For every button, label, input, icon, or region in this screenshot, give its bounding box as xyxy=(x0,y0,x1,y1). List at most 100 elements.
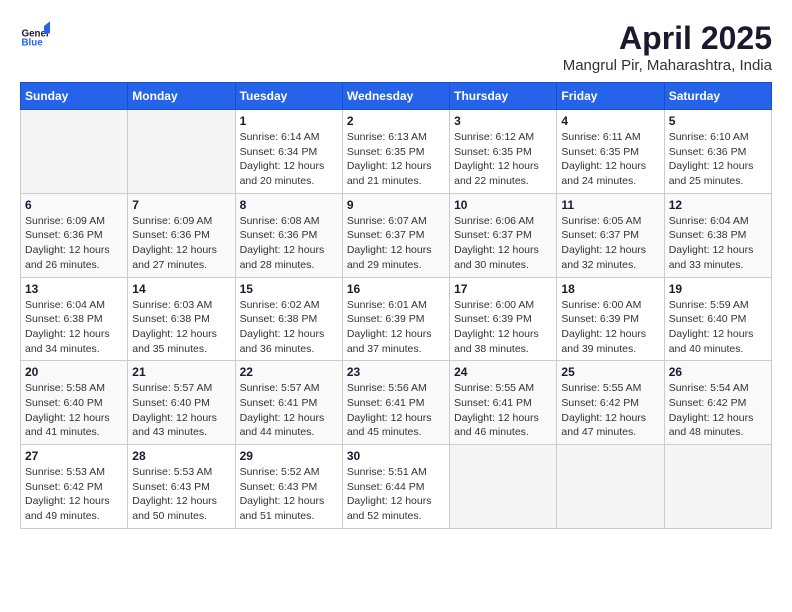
day-number: 18 xyxy=(561,282,659,296)
calendar-cell: 23Sunrise: 5:56 AM Sunset: 6:41 PM Dayli… xyxy=(342,361,449,445)
weekday-header: Saturday xyxy=(664,83,771,110)
calendar-cell: 26Sunrise: 5:54 AM Sunset: 6:42 PM Dayli… xyxy=(664,361,771,445)
day-number: 10 xyxy=(454,198,552,212)
day-info: Sunrise: 6:04 AM Sunset: 6:38 PM Dayligh… xyxy=(669,214,767,273)
day-number: 28 xyxy=(132,449,230,463)
day-number: 4 xyxy=(561,114,659,128)
calendar-cell: 7 Sunrise: 6:09 AM Sunset: 6:36 PM Daylig… xyxy=(128,193,235,277)
day-info: Sunrise: 6:04 AM Sunset: 6:38 PM Dayligh… xyxy=(25,298,123,357)
calendar-week-row: 1 Sunrise: 6:14 AM Sunset: 6:34 PM Daylig… xyxy=(21,110,772,194)
day-info: Sunrise: 6:09 AM Sunset: 6:36 PM Dayligh… xyxy=(132,214,230,273)
calendar-cell: 1 Sunrise: 6:14 AM Sunset: 6:34 PM Daylig… xyxy=(235,110,342,194)
svg-text:Blue: Blue xyxy=(22,38,44,49)
calendar-week-row: 6Sunrise: 6:09 AM Sunset: 6:36 PM Daylig… xyxy=(21,193,772,277)
day-number: 2 xyxy=(347,114,445,128)
header-row: SundayMondayTuesdayWednesdayThursdayFrid… xyxy=(21,83,772,110)
day-info: Sunrise: 6:03 AM Sunset: 6:38 PM Dayligh… xyxy=(132,298,230,357)
day-number: 9 xyxy=(347,198,445,212)
day-info: Sunrise: 5:57 AM Sunset: 6:40 PM Dayligh… xyxy=(132,381,230,440)
day-info: Sunrise: 5:53 AM Sunset: 6:42 PM Dayligh… xyxy=(25,465,123,524)
day-info: Sunrise: 5:51 AM Sunset: 6:44 PM Dayligh… xyxy=(347,465,445,524)
day-number: 17 xyxy=(454,282,552,296)
calendar-cell xyxy=(128,110,235,194)
day-number: 23 xyxy=(347,365,445,379)
day-number: 14 xyxy=(132,282,230,296)
calendar-cell: 28Sunrise: 5:53 AM Sunset: 6:43 PM Dayli… xyxy=(128,445,235,529)
calendar-week-row: 20Sunrise: 5:58 AM Sunset: 6:40 PM Dayli… xyxy=(21,361,772,445)
day-number: 7 xyxy=(132,198,230,212)
day-number: 16 xyxy=(347,282,445,296)
day-info: Sunrise: 6:05 AM Sunset: 6:37 PM Dayligh… xyxy=(561,214,659,273)
location-title: Mangrul Pir, Maharashtra, India xyxy=(563,57,772,74)
calendar-cell: 12 Sunrise: 6:04 AM Sunset: 6:38 PM Dayli… xyxy=(664,193,771,277)
calendar-cell xyxy=(557,445,664,529)
calendar-cell: 3 Sunrise: 6:12 AM Sunset: 6:35 PM Daylig… xyxy=(450,110,557,194)
day-info: Sunrise: 6:13 AM Sunset: 6:35 PM Dayligh… xyxy=(347,130,445,189)
day-info: Sunrise: 6:12 AM Sunset: 6:35 PM Dayligh… xyxy=(454,130,552,189)
calendar-table: SundayMondayTuesdayWednesdayThursdayFrid… xyxy=(20,82,772,529)
calendar-cell: 20Sunrise: 5:58 AM Sunset: 6:40 PM Dayli… xyxy=(21,361,128,445)
calendar-cell: 21 Sunrise: 5:57 AM Sunset: 6:40 PM Dayli… xyxy=(128,361,235,445)
day-info: Sunrise: 6:10 AM Sunset: 6:36 PM Dayligh… xyxy=(669,130,767,189)
day-number: 25 xyxy=(561,365,659,379)
calendar-cell: 29 Sunrise: 5:52 AM Sunset: 6:43 PM Dayli… xyxy=(235,445,342,529)
day-info: Sunrise: 6:00 AM Sunset: 6:39 PM Dayligh… xyxy=(561,298,659,357)
calendar-cell: 13Sunrise: 6:04 AM Sunset: 6:38 PM Dayli… xyxy=(21,277,128,361)
calendar-cell: 25 Sunrise: 5:55 AM Sunset: 6:42 PM Dayli… xyxy=(557,361,664,445)
logo-icon: General Blue xyxy=(20,20,50,50)
day-info: Sunrise: 5:59 AM Sunset: 6:40 PM Dayligh… xyxy=(669,298,767,357)
calendar-cell: 2 Sunrise: 6:13 AM Sunset: 6:35 PM Daylig… xyxy=(342,110,449,194)
calendar-cell: 14 Sunrise: 6:03 AM Sunset: 6:38 PM Dayli… xyxy=(128,277,235,361)
calendar-week-row: 13Sunrise: 6:04 AM Sunset: 6:38 PM Dayli… xyxy=(21,277,772,361)
day-info: Sunrise: 5:57 AM Sunset: 6:41 PM Dayligh… xyxy=(240,381,338,440)
day-info: Sunrise: 6:14 AM Sunset: 6:34 PM Dayligh… xyxy=(240,130,338,189)
day-number: 26 xyxy=(669,365,767,379)
calendar-cell: 8 Sunrise: 6:08 AM Sunset: 6:36 PM Daylig… xyxy=(235,193,342,277)
day-info: Sunrise: 6:02 AM Sunset: 6:38 PM Dayligh… xyxy=(240,298,338,357)
day-info: Sunrise: 6:11 AM Sunset: 6:35 PM Dayligh… xyxy=(561,130,659,189)
calendar-cell: 6Sunrise: 6:09 AM Sunset: 6:36 PM Daylig… xyxy=(21,193,128,277)
day-info: Sunrise: 6:01 AM Sunset: 6:39 PM Dayligh… xyxy=(347,298,445,357)
weekday-header: Thursday xyxy=(450,83,557,110)
weekday-header: Wednesday xyxy=(342,83,449,110)
day-number: 1 xyxy=(240,114,338,128)
day-info: Sunrise: 6:06 AM Sunset: 6:37 PM Dayligh… xyxy=(454,214,552,273)
day-number: 15 xyxy=(240,282,338,296)
month-title: April 2025 xyxy=(563,20,772,57)
day-number: 12 xyxy=(669,198,767,212)
calendar-cell: 22 Sunrise: 5:57 AM Sunset: 6:41 PM Dayli… xyxy=(235,361,342,445)
calendar-body: 1 Sunrise: 6:14 AM Sunset: 6:34 PM Daylig… xyxy=(21,110,772,529)
day-number: 5 xyxy=(669,114,767,128)
day-info: Sunrise: 6:08 AM Sunset: 6:36 PM Dayligh… xyxy=(240,214,338,273)
page-header: General Blue April 2025 Mangrul Pir, Mah… xyxy=(20,20,772,74)
calendar-cell: 5 Sunrise: 6:10 AM Sunset: 6:36 PM Daylig… xyxy=(664,110,771,194)
day-info: Sunrise: 6:00 AM Sunset: 6:39 PM Dayligh… xyxy=(454,298,552,357)
calendar-header: SundayMondayTuesdayWednesdayThursdayFrid… xyxy=(21,83,772,110)
day-number: 11 xyxy=(561,198,659,212)
day-number: 21 xyxy=(132,365,230,379)
calendar-week-row: 27 Sunrise: 5:53 AM Sunset: 6:42 PM Dayli… xyxy=(21,445,772,529)
day-info: Sunrise: 6:09 AM Sunset: 6:36 PM Dayligh… xyxy=(25,214,123,273)
day-number: 3 xyxy=(454,114,552,128)
day-number: 24 xyxy=(454,365,552,379)
calendar-cell: 9 Sunrise: 6:07 AM Sunset: 6:37 PM Daylig… xyxy=(342,193,449,277)
day-info: Sunrise: 5:55 AM Sunset: 6:41 PM Dayligh… xyxy=(454,381,552,440)
day-number: 19 xyxy=(669,282,767,296)
calendar-cell xyxy=(664,445,771,529)
calendar-cell: 17 Sunrise: 6:00 AM Sunset: 6:39 PM Dayli… xyxy=(450,277,557,361)
day-number: 27 xyxy=(25,449,123,463)
weekday-header: Tuesday xyxy=(235,83,342,110)
calendar-cell xyxy=(450,445,557,529)
calendar-cell: 24 Sunrise: 5:55 AM Sunset: 6:41 PM Dayli… xyxy=(450,361,557,445)
calendar-cell: 19 Sunrise: 5:59 AM Sunset: 6:40 PM Dayli… xyxy=(664,277,771,361)
calendar-cell: 11 Sunrise: 6:05 AM Sunset: 6:37 PM Dayli… xyxy=(557,193,664,277)
day-info: Sunrise: 6:07 AM Sunset: 6:37 PM Dayligh… xyxy=(347,214,445,273)
day-number: 22 xyxy=(240,365,338,379)
day-number: 8 xyxy=(240,198,338,212)
calendar-cell xyxy=(21,110,128,194)
weekday-header: Monday xyxy=(128,83,235,110)
day-number: 29 xyxy=(240,449,338,463)
day-info: Sunrise: 5:52 AM Sunset: 6:43 PM Dayligh… xyxy=(240,465,338,524)
day-info: Sunrise: 5:55 AM Sunset: 6:42 PM Dayligh… xyxy=(561,381,659,440)
calendar-cell: 27 Sunrise: 5:53 AM Sunset: 6:42 PM Dayli… xyxy=(21,445,128,529)
